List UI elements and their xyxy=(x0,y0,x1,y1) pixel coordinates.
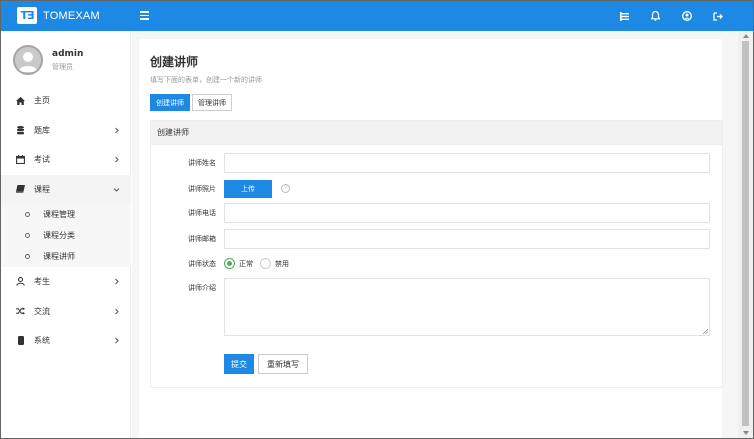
user-info: admin 管理员 xyxy=(52,49,83,72)
photo-label: 讲师照片 xyxy=(188,185,216,193)
app-name: TOMEXAM xyxy=(43,9,100,22)
status-label: 讲师状态 xyxy=(188,260,216,268)
phone-input[interactable] xyxy=(224,203,710,223)
submit-button[interactable]: 提交 xyxy=(224,354,254,374)
circle-icon xyxy=(25,212,30,217)
header-actions xyxy=(609,8,733,24)
sidebar: admin 管理员 主页 题库 考试 课程 课程管理 课程分类 课程讲师 考生 … xyxy=(1,31,131,438)
sidebar-item-label: 课程 xyxy=(34,184,50,194)
page-description: 填写下面的表单，创建一个新的讲师 xyxy=(150,76,262,84)
user-outline-icon xyxy=(16,277,25,286)
sidebar-subitem-label: 课程管理 xyxy=(43,210,75,219)
status-normal-radio[interactable]: 正常 xyxy=(224,258,253,269)
menu-toggle-icon[interactable] xyxy=(140,10,149,20)
name-input[interactable] xyxy=(224,153,710,173)
sidebar-item-examinee[interactable]: 考生 xyxy=(1,267,131,297)
sidebar-item-communication[interactable]: 交流 xyxy=(1,297,131,327)
logo-mark: T∃ xyxy=(17,7,37,24)
database-icon xyxy=(16,125,25,135)
tab-manage-teacher[interactable]: 管理讲师 xyxy=(192,94,232,111)
intro-label: 讲师介绍 xyxy=(188,284,216,292)
status-disabled-label: 禁用 xyxy=(275,259,289,268)
chevron-right-icon xyxy=(115,278,119,285)
avatar[interactable] xyxy=(13,45,43,75)
content-card: 创建讲师 填写下面的表单，创建一个新的讲师 创建讲师 管理讲师 创建讲师 讲师姓… xyxy=(139,39,723,438)
status-disabled-radio[interactable]: 禁用 xyxy=(260,258,289,269)
sidebar-item-exam[interactable]: 考试 xyxy=(1,145,131,175)
list-icon[interactable] xyxy=(609,8,640,24)
course-submenu: 课程管理 课程分类 课程讲师 xyxy=(1,204,131,267)
sidebar-item-label: 题库 xyxy=(34,125,50,135)
top-bar: T∃ TOMEXAM xyxy=(1,1,753,31)
radio-checked-icon xyxy=(224,258,235,269)
mobile-icon xyxy=(16,336,25,346)
sidebar-item-label: 系统 xyxy=(34,336,50,346)
email-input[interactable] xyxy=(224,229,710,249)
radio-unchecked-icon xyxy=(260,258,271,269)
chevron-right-icon xyxy=(115,308,119,314)
circle-icon xyxy=(25,254,30,259)
page-title: 创建讲师 xyxy=(150,55,199,69)
sidebar-item-course[interactable]: 课程 xyxy=(1,174,131,204)
shuffle-icon xyxy=(16,307,25,316)
reset-button[interactable]: 重新填写 xyxy=(258,354,308,374)
app-logo[interactable]: T∃ TOMEXAM xyxy=(17,7,100,24)
chevron-right-icon xyxy=(115,337,119,344)
page-scrollbar[interactable] xyxy=(738,31,753,438)
user-role: 管理员 xyxy=(52,62,73,71)
sidebar-item-label: 考试 xyxy=(34,155,50,165)
sidebar-item-label: 主页 xyxy=(34,96,50,106)
intro-textarea[interactable] xyxy=(224,278,710,336)
main-content: 创建讲师 填写下面的表单，创建一个新的讲师 创建讲师 管理讲师 创建讲师 讲师姓… xyxy=(132,31,738,438)
bell-icon[interactable] xyxy=(640,8,671,24)
sidebar-item-label: 交流 xyxy=(34,306,50,316)
calendar-icon xyxy=(16,155,25,165)
email-label: 讲师邮箱 xyxy=(188,235,216,243)
home-icon xyxy=(16,96,25,105)
tab-create-teacher[interactable]: 创建讲师 xyxy=(150,94,190,111)
sidebar-item-system[interactable]: 系统 xyxy=(1,326,131,356)
app-window: T∃ TOMEXAM admin 管理员 主页 题库 考试 课程 课程管理 课程… xyxy=(0,0,754,439)
chevron-right-icon xyxy=(115,156,119,163)
teacher-form: 创建讲师 讲师姓名 讲师照片 上传 ? 讲师电话 讲师邮箱 讲师状态 正常 禁用… xyxy=(150,120,723,388)
sidebar-item-label: 考生 xyxy=(34,277,50,287)
sidebar-subitem-label: 课程讲师 xyxy=(43,252,75,261)
scroll-up-icon[interactable] xyxy=(743,34,749,38)
sidebar-subitem-course-category[interactable]: 课程分类 xyxy=(1,225,131,246)
user-icon[interactable] xyxy=(671,8,702,24)
sidebar-nav: 主页 题库 考试 课程 课程管理 课程分类 课程讲师 考生 交流 系统 xyxy=(1,86,131,356)
sidebar-item-home[interactable]: 主页 xyxy=(1,86,131,116)
form-section-title: 创建讲师 xyxy=(151,121,722,145)
sidebar-item-question-bank[interactable]: 题库 xyxy=(1,116,131,146)
chevron-down-icon xyxy=(113,187,120,192)
user-panel: admin 管理员 xyxy=(13,43,83,77)
help-icon[interactable]: ? xyxy=(281,184,290,193)
resize-handle-icon[interactable] xyxy=(702,328,708,334)
status-normal-label: 正常 xyxy=(239,259,253,268)
circle-icon xyxy=(25,233,30,238)
sidebar-subitem-course-management[interactable]: 课程管理 xyxy=(1,204,131,225)
page-tabs: 创建讲师 管理讲师 xyxy=(150,94,234,111)
phone-label: 讲师电话 xyxy=(188,209,216,217)
scroll-thumb[interactable] xyxy=(742,41,749,426)
scroll-down-icon[interactable] xyxy=(743,431,749,435)
upload-button[interactable]: 上传 xyxy=(224,180,272,198)
sidebar-subitem-label: 课程分类 xyxy=(43,231,75,240)
user-name: admin xyxy=(52,48,84,59)
book-icon xyxy=(16,185,25,194)
name-label: 讲师姓名 xyxy=(188,159,216,167)
chevron-right-icon xyxy=(115,127,119,133)
sidebar-subitem-course-teacher[interactable]: 课程讲师 xyxy=(1,246,131,267)
logout-icon[interactable] xyxy=(702,8,733,24)
